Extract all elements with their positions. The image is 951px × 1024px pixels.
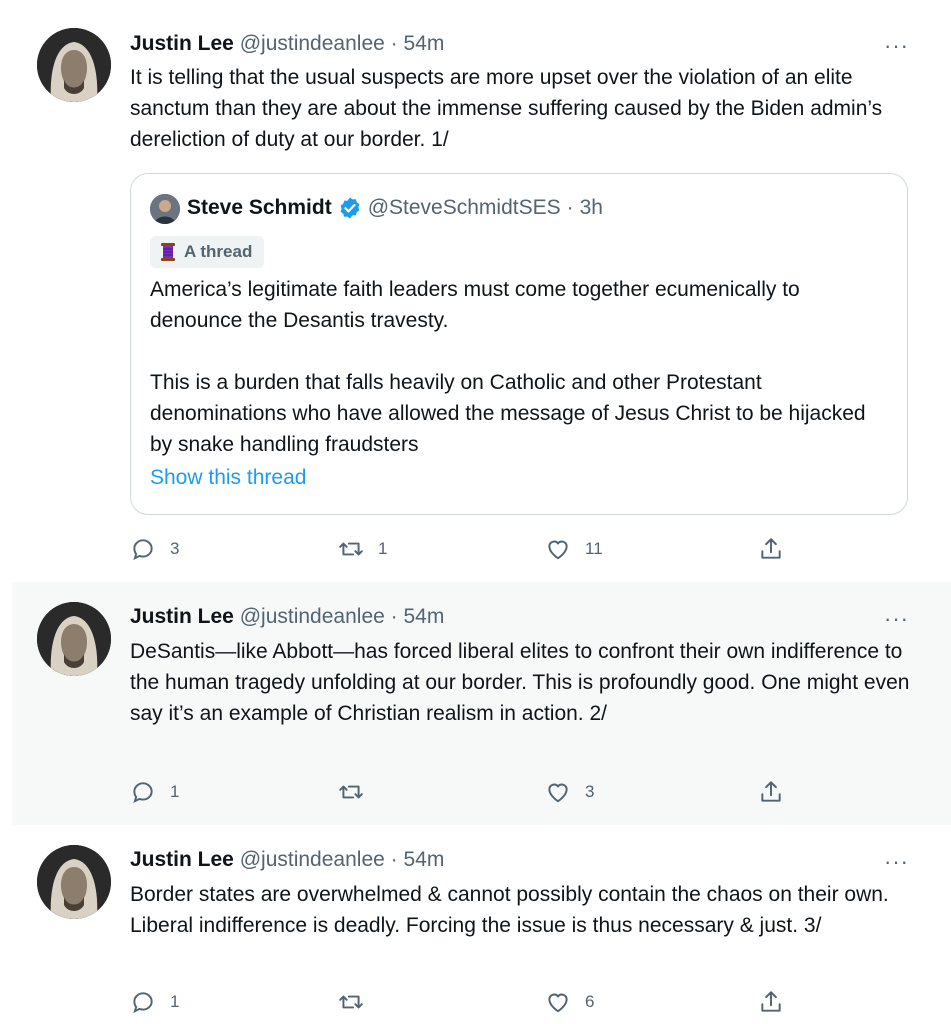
- like-count: 6: [585, 992, 595, 1011]
- reply-count: 1: [170, 782, 180, 801]
- author-name[interactable]: Justin Lee: [130, 848, 234, 871]
- tweet-1[interactable]: Justin Lee @justindeanlee · 54m ··· It i…: [0, 0, 951, 582]
- tweet-text: Border states are overwhelmed & cannot p…: [130, 883, 889, 937]
- share-icon: [761, 991, 781, 1012]
- quoted-paragraph-2: This is a burden that falls heavily on C…: [150, 371, 866, 456]
- author-handle[interactable]: @justindeanlee: [240, 605, 385, 628]
- tweet-header: Justin Lee @justindeanlee · 54m: [130, 604, 444, 630]
- reply-count: 3: [170, 539, 180, 558]
- retweet-icon: [339, 995, 363, 1009]
- tweet-2[interactable]: Justin Lee @justindeanlee · 54m ··· DeSa…: [12, 582, 951, 825]
- author-handle[interactable]: @justindeanlee: [240, 32, 385, 55]
- more-icon[interactable]: ···: [884, 608, 909, 630]
- tweet-header: Justin Lee @justindeanlee · 54m: [130, 31, 444, 57]
- like-icon: [548, 540, 568, 560]
- author-name[interactable]: Justin Lee: [130, 32, 234, 55]
- verified-badge-icon: [338, 196, 362, 220]
- reply-button[interactable]: 1: [130, 989, 179, 1015]
- reply-count: 1: [170, 992, 180, 1011]
- quoted-author-handle: @SteveSchmidtSES: [367, 196, 561, 219]
- quoted-author-name: Steve Schmidt: [187, 196, 332, 219]
- show-thread-link[interactable]: Show this thread: [150, 466, 306, 490]
- like-button[interactable]: 3: [545, 779, 594, 805]
- quoted-timestamp: 3h: [579, 196, 603, 219]
- quoted-paragraph-1: America’s legitimate faith leaders must …: [150, 278, 800, 332]
- tweet-actions: 1 6: [130, 989, 810, 1019]
- reply-button[interactable]: 3: [130, 536, 179, 562]
- tweet-text: It is telling that the usual suspects ar…: [130, 66, 883, 151]
- timestamp[interactable]: 54m: [404, 32, 445, 55]
- quoted-header: Steve Schmidt @SteveSchmidtSES · 3h: [187, 196, 603, 220]
- author-handle[interactable]: @justindeanlee: [240, 848, 385, 871]
- more-icon[interactable]: ···: [884, 851, 909, 873]
- thread-badge-label: A thread: [184, 242, 253, 261]
- share-icon: [761, 781, 781, 802]
- timestamp[interactable]: 54m: [404, 848, 445, 871]
- separator-dot: ·: [390, 605, 398, 628]
- tweet-header: Justin Lee @justindeanlee · 54m: [130, 847, 444, 873]
- quoted-avatar: [150, 194, 180, 224]
- reply-icon: [133, 992, 153, 1014]
- author-name[interactable]: Justin Lee: [130, 605, 234, 628]
- share-icon: [761, 538, 781, 559]
- avatar[interactable]: [37, 28, 111, 102]
- like-icon: [548, 993, 568, 1013]
- thread-spool-icon: [161, 243, 175, 261]
- share-button[interactable]: [758, 779, 784, 805]
- tweet-actions: 3 1 11: [130, 536, 810, 566]
- reply-button[interactable]: 1: [130, 779, 179, 805]
- share-button[interactable]: [758, 989, 784, 1015]
- retweet-button[interactable]: [338, 989, 378, 1015]
- separator-dot: ·: [390, 32, 398, 55]
- quoted-tweet[interactable]: Steve Schmidt @SteveSchmidtSES · 3h A th…: [130, 173, 908, 515]
- retweet-count: 1: [378, 539, 388, 558]
- tweet-text: DeSantis—like Abbott—has forced liberal …: [130, 640, 910, 725]
- retweet-icon: [339, 785, 363, 799]
- like-count: 11: [585, 539, 603, 558]
- tweet-actions: 1 3: [130, 779, 810, 809]
- retweet-button[interactable]: [338, 779, 378, 805]
- quoted-text: America’s legitimate faith leaders must …: [150, 274, 890, 460]
- like-icon: [548, 783, 568, 803]
- separator-dot: ·: [390, 848, 398, 871]
- share-button[interactable]: [758, 536, 784, 562]
- avatar[interactable]: [37, 602, 111, 676]
- reply-icon: [133, 782, 153, 804]
- tweet-3[interactable]: Justin Lee @justindeanlee · 54m ··· Bord…: [12, 825, 951, 1024]
- reply-icon: [133, 539, 153, 561]
- more-icon[interactable]: ···: [884, 35, 909, 57]
- like-button[interactable]: 11: [545, 536, 603, 562]
- thread-badge: A thread: [150, 236, 265, 268]
- timestamp[interactable]: 54m: [404, 605, 445, 628]
- retweet-icon: [339, 542, 363, 556]
- like-button[interactable]: 6: [545, 989, 594, 1015]
- like-count: 3: [585, 782, 595, 801]
- avatar[interactable]: [37, 845, 111, 919]
- retweet-button[interactable]: 1: [338, 536, 387, 562]
- separator-dot: ·: [566, 196, 574, 219]
